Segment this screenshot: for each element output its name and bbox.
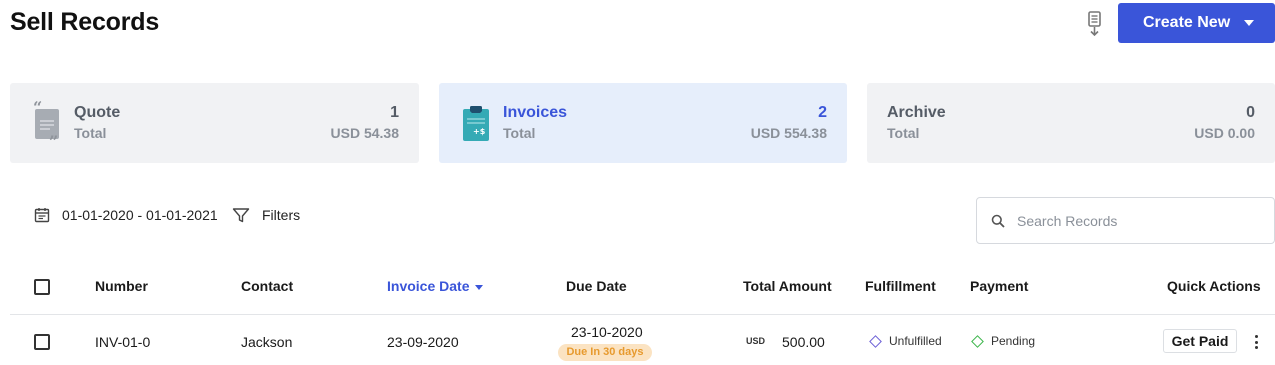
more-options-icon[interactable] (1251, 333, 1261, 351)
card-amount: USD 554.38 (750, 125, 827, 141)
row-checkbox[interactable] (34, 334, 50, 350)
invoice-clipboard-icon: +$ (461, 101, 491, 145)
column-header-contact[interactable]: Contact (241, 278, 293, 294)
column-header-payment[interactable]: Payment (970, 278, 1028, 294)
diamond-icon (869, 334, 882, 348)
due-date: 23-10-2020 (571, 324, 643, 340)
column-header-due-date[interactable]: Due Date (566, 278, 627, 294)
column-header-label: Invoice Date (387, 278, 470, 294)
card-amount: USD 0.00 (1194, 125, 1255, 141)
card-sublabel: Total (503, 125, 536, 141)
create-new-label: Create New (1143, 14, 1231, 31)
svg-text:“: “ (33, 101, 42, 117)
svg-text:+$: +$ (473, 127, 486, 136)
invoice-number[interactable]: INV-01-0 (95, 334, 150, 350)
payment-status: Pending (971, 334, 1035, 348)
svg-text:”: ” (49, 132, 58, 145)
date-range-picker[interactable]: 01-01-2020 - 01-01-2021 (34, 207, 218, 223)
card-count: 2 (818, 104, 827, 121)
card-sublabel: Total (74, 125, 107, 141)
fulfillment-status: Unfulfilled (869, 334, 942, 348)
calendar-icon (34, 208, 50, 223)
card-label: Quote (74, 104, 121, 121)
due-status-badge: Due In 30 days (558, 344, 652, 361)
sort-desc-icon (475, 284, 484, 290)
column-header-number[interactable]: Number (95, 278, 148, 294)
card-quote[interactable]: “ ” Quote Total 1 USD 54.38 (10, 83, 419, 163)
table-divider (10, 314, 1275, 315)
search-input[interactable] (1017, 212, 1257, 229)
currency-code: USD (746, 336, 766, 346)
caret-down-icon (1244, 20, 1254, 26)
download-report-icon[interactable] (1084, 10, 1106, 38)
column-header-quick-actions: Quick Actions (1167, 278, 1261, 294)
contact-name: Jackson (241, 334, 293, 350)
card-count: 1 (390, 104, 399, 121)
card-sublabel: Total (887, 125, 920, 141)
total-amount: 500.00 (782, 334, 825, 350)
date-range-text: 01-01-2020 - 01-01-2021 (62, 207, 218, 223)
payment-label: Pending (991, 334, 1036, 348)
column-header-invoice-date[interactable]: Invoice Date (387, 278, 484, 294)
diamond-icon (971, 334, 984, 348)
create-new-button[interactable]: Create New (1118, 3, 1275, 43)
select-all-checkbox[interactable] (34, 279, 50, 295)
column-header-total-amount[interactable]: Total Amount (743, 278, 832, 294)
card-archive[interactable]: Archive Total 0 USD 0.00 (867, 83, 1275, 163)
filters-label: Filters (262, 207, 301, 223)
funnel-icon (232, 208, 250, 223)
search-icon (991, 214, 1005, 228)
column-header-fulfillment[interactable]: Fulfillment (865, 278, 936, 294)
card-count: 0 (1246, 104, 1255, 121)
card-label: Archive (887, 104, 946, 121)
card-invoices[interactable]: +$ Invoices Total 2 USD 554.38 (439, 83, 847, 163)
search-box[interactable] (976, 197, 1275, 244)
card-amount: USD 54.38 (330, 125, 399, 141)
quote-doc-icon: “ ” (32, 98, 62, 151)
invoice-date: 23-09-2020 (387, 334, 459, 350)
get-paid-button[interactable]: Get Paid (1163, 329, 1237, 353)
card-label: Invoices (503, 104, 568, 121)
page-title: Sell Records (10, 8, 160, 36)
fulfillment-label: Unfulfilled (889, 334, 942, 348)
filters-button[interactable]: Filters (232, 207, 300, 223)
